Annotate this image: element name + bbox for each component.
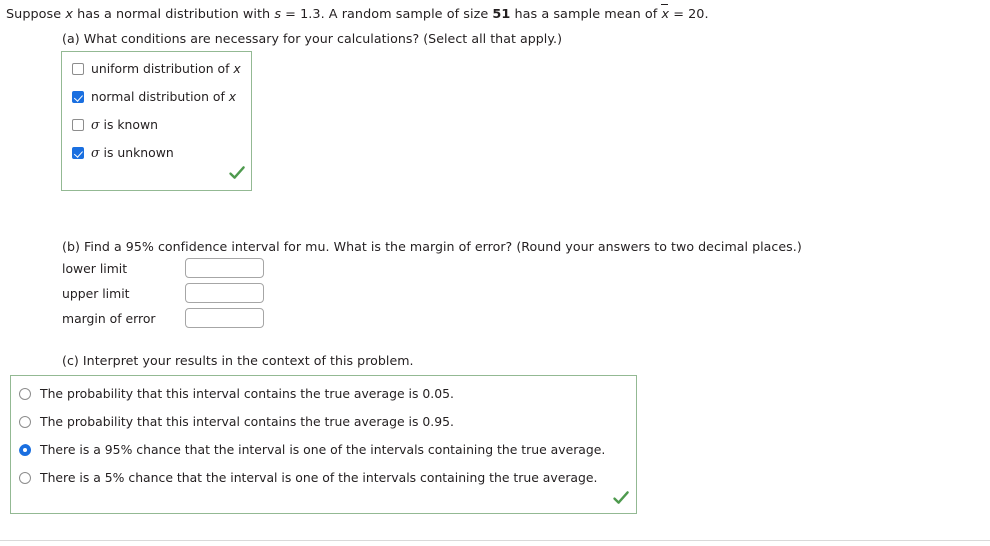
problem-statement: Suppose x has a normal distribution with… — [6, 4, 709, 24]
checkbox-option-label: σ is known — [91, 117, 158, 132]
variable-x: x — [233, 61, 241, 76]
checkbox-option-label: normal distribution of x — [91, 89, 237, 104]
lower-limit-input[interactable] — [185, 258, 264, 278]
radio-icon-unselected[interactable] — [19, 388, 31, 400]
checkbox-option-uniform-distribution[interactable]: uniform distribution of x — [72, 62, 241, 76]
checkbox-option-sigma-known[interactable]: σ is known — [72, 118, 158, 132]
part-a-answer-box: uniform distribution of x normal distrib… — [61, 51, 252, 191]
checkbox-icon-unchecked[interactable] — [72, 63, 84, 75]
variable-x: x — [65, 7, 73, 22]
radio-option-label: The probability that this interval conta… — [40, 414, 454, 429]
radio-option-label: The probability that this interval conta… — [40, 386, 454, 401]
checkbox-icon-checked[interactable] — [72, 147, 84, 159]
stem-text-5: = 20. — [669, 7, 709, 22]
lower-limit-label: lower limit — [62, 261, 128, 276]
radio-option-label: There is a 5% chance that the interval i… — [40, 470, 598, 485]
checkbox-icon-checked[interactable] — [72, 91, 84, 103]
radio-option-chance-5[interactable]: There is a 5% chance that the interval i… — [19, 471, 597, 485]
upper-limit-input[interactable] — [185, 283, 264, 303]
upper-limit-label: upper limit — [62, 286, 130, 301]
stem-text-4: has a sample mean of — [510, 7, 662, 22]
radio-option-probability-005[interactable]: The probability that this interval conta… — [19, 387, 454, 401]
part-c-label: (c) Interpret your results in the contex… — [62, 353, 414, 368]
part-c-answer-box: The probability that this interval conta… — [10, 375, 637, 514]
variable-x-bar: x — [661, 4, 670, 22]
checkbox-option-label: σ is unknown — [91, 145, 174, 160]
green-check-icon — [612, 489, 630, 507]
radio-option-label: There is a 95% chance that the interval … — [40, 442, 606, 457]
green-check-icon — [228, 164, 246, 182]
checkbox-option-normal-distribution[interactable]: normal distribution of x — [72, 90, 236, 104]
exercise-page: Suppose x has a normal distribution with… — [0, 0, 990, 546]
sigma-symbol: σ — [91, 145, 100, 160]
sample-size-value: 51 — [492, 7, 511, 22]
radio-option-probability-095[interactable]: The probability that this interval conta… — [19, 415, 454, 429]
checkbox-icon-unchecked[interactable] — [72, 119, 84, 131]
margin-of-error-label: margin of error — [62, 311, 156, 326]
page-divider — [0, 540, 990, 541]
stem-text-1: Suppose — [6, 7, 66, 22]
sigma-symbol: σ — [91, 117, 100, 132]
margin-of-error-input[interactable] — [185, 308, 264, 328]
stem-text-3: = 1.3. A random sample of size — [281, 7, 493, 22]
radio-icon-selected[interactable] — [18, 443, 34, 459]
radio-option-chance-95[interactable]: There is a 95% chance that the interval … — [18, 442, 606, 459]
part-a-label: (a) What conditions are necessary for yo… — [62, 31, 563, 46]
radio-icon-unselected[interactable] — [19, 416, 31, 428]
checkbox-option-sigma-unknown[interactable]: σ is unknown — [72, 146, 174, 160]
part-b-label: (b) Find a 95% confidence interval for m… — [62, 239, 802, 254]
checkbox-option-label: uniform distribution of x — [91, 61, 241, 76]
radio-icon-unselected[interactable] — [19, 472, 31, 484]
stem-text-2: has a normal distribution with — [72, 7, 275, 22]
variable-x: x — [228, 89, 237, 104]
